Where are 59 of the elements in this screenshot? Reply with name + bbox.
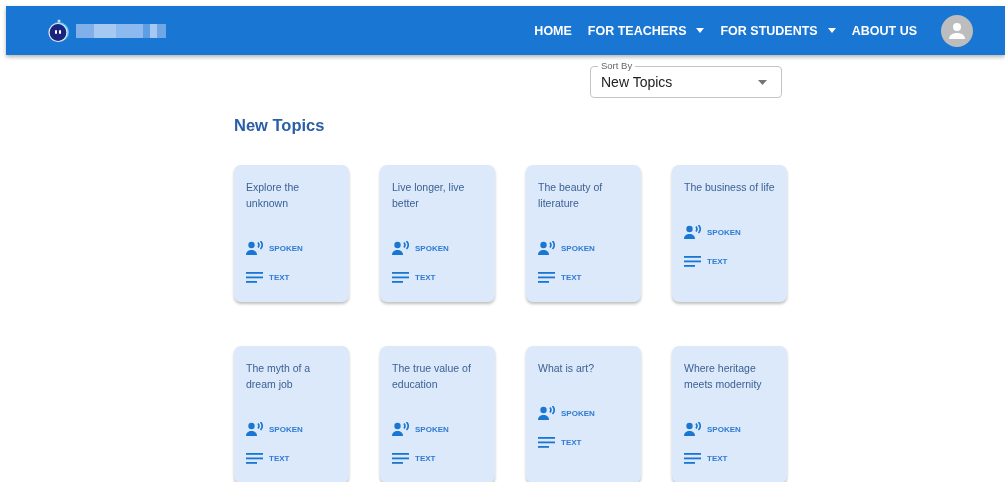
topic-title: The beauty of literature	[538, 180, 604, 211]
mode-link[interactable]: SPOKEN	[684, 225, 741, 239]
speaking-person-icon	[684, 225, 701, 239]
mode-link[interactable]: SPOKEN	[246, 241, 303, 255]
mode-link[interactable]: TEXT	[684, 254, 728, 268]
speaking-person-icon	[684, 422, 701, 436]
section-heading: New Topics	[234, 116, 326, 135]
caret-icon	[827, 28, 836, 33]
mode-link[interactable]: SPOKEN	[538, 241, 595, 255]
robot-logo-icon[interactable]	[48, 18, 70, 43]
nav-link[interactable]: FOR TEACHERS	[587, 23, 705, 38]
topic-card[interactable]: Where heritage meets modernity SPOKEN TEXT	[672, 346, 787, 482]
speaking-person-icon	[538, 406, 555, 420]
topic-title: Live longer, live better	[392, 180, 466, 211]
text-lines-icon	[392, 271, 409, 283]
speaking-person-icon	[392, 241, 409, 255]
speaking-person-icon	[538, 241, 555, 255]
topic-card[interactable]: The myth of a dream job SPOKEN TEXT	[234, 346, 349, 482]
topic-title: The business of life	[684, 180, 775, 195]
text-lines-icon	[246, 452, 263, 464]
text-lines-icon	[246, 271, 263, 283]
mode-link[interactable]: SPOKEN	[392, 422, 449, 436]
text-lines-icon	[538, 436, 555, 448]
mode-link[interactable]: TEXT	[538, 270, 582, 284]
mode-link[interactable]: TEXT	[246, 451, 290, 465]
topic-card[interactable]: Live longer, live better SPOKEN TEXT	[380, 165, 495, 302]
mode-link[interactable]: SPOKEN	[246, 422, 303, 436]
topic-card[interactable]: The true value of education SPOKEN TEXT	[380, 346, 495, 482]
nav-link[interactable]: FOR STUDENTS	[720, 23, 836, 38]
person-icon	[948, 21, 966, 40]
speaking-person-icon	[392, 422, 409, 436]
mode-link[interactable]: TEXT	[246, 270, 290, 284]
topic-title: Explore the unknown	[246, 180, 301, 211]
nav-link[interactable]: ABOUT US	[851, 23, 917, 38]
text-lines-icon	[392, 452, 409, 464]
mode-link[interactable]: TEXT	[684, 451, 728, 465]
mode-link[interactable]: TEXT	[392, 451, 436, 465]
speaking-person-icon	[246, 241, 263, 255]
topic-title: Where heritage meets modernity	[684, 361, 763, 392]
mode-link[interactable]: TEXT	[538, 435, 582, 449]
topic-title: The true value of education	[392, 361, 472, 392]
mode-link[interactable]: TEXT	[392, 270, 436, 284]
text-lines-icon	[684, 452, 701, 464]
topic-title: The myth of a dream job	[246, 361, 312, 392]
mode-link[interactable]: SPOKEN	[392, 241, 449, 255]
caret-icon	[696, 28, 705, 33]
text-lines-icon	[538, 271, 555, 283]
mode-link[interactable]: SPOKEN	[538, 406, 595, 420]
mode-link[interactable]: SPOKEN	[684, 422, 741, 436]
topic-card[interactable]: Explore the unknown SPOKEN TEXT	[234, 165, 349, 302]
topic-title: What is art?	[538, 361, 596, 376]
account-avatar-button[interactable]	[941, 14, 973, 47]
speaking-person-icon	[246, 422, 263, 436]
caret-icon	[758, 79, 767, 85]
text-lines-icon	[684, 255, 701, 267]
topic-card[interactable]: What is art? SPOKEN TEXT	[526, 346, 641, 482]
topic-card[interactable]: The business of life SPOKEN TEXT	[672, 165, 787, 302]
nav-link[interactable]: HOME	[534, 23, 572, 38]
topic-card[interactable]: The beauty of literature SPOKEN TEXT	[526, 165, 641, 302]
